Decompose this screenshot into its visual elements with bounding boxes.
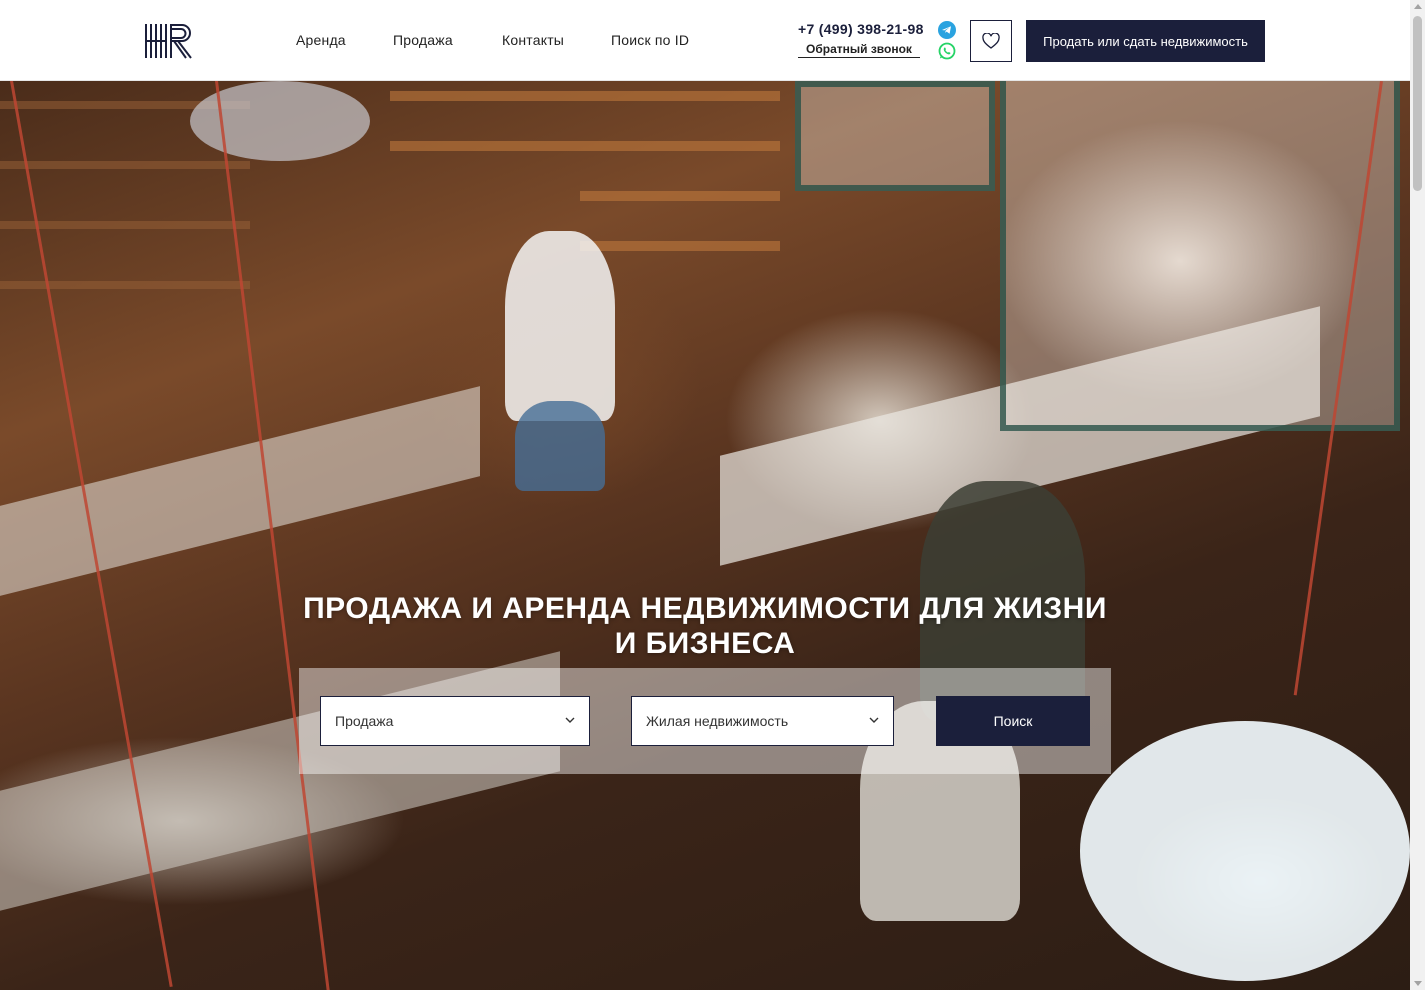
deal-type-value: Продажа [335,713,394,729]
nav-item-search-by-id[interactable]: Поиск по ID [611,32,689,48]
chevron-down-icon [565,717,575,723]
phone-number[interactable]: +7 (499) 398-21-98 [798,21,928,37]
page-scrollbar[interactable] [1410,0,1425,990]
search-button[interactable]: Поиск [936,696,1090,746]
hero-section: Продажа и аренда недвижимости для жизни … [0,81,1410,990]
scroll-up-icon[interactable] [1414,4,1422,9]
heart-icon [982,33,1000,49]
deal-type-select[interactable]: Продажа [320,696,590,746]
whatsapp-icon[interactable] [938,42,956,60]
scrollbar-thumb[interactable] [1413,16,1422,191]
hero-title: Продажа и аренда недвижимости для жизни … [303,592,1107,660]
header-contacts: +7 (499) 398-21-98 Обратный звонок [798,21,928,58]
telegram-icon[interactable] [938,21,956,39]
callback-link[interactable]: Обратный звонок [798,42,920,58]
sell-or-rent-button[interactable]: Продать или сдать недвижимость [1026,20,1265,62]
chevron-down-icon [869,717,879,723]
site-header: Аренда Продажа Контакты Поиск по ID +7 (… [0,0,1410,81]
scroll-down-icon[interactable] [1414,981,1422,986]
search-panel: Продажа Жилая недвижимость Поиск [299,668,1111,774]
nav-item-sale[interactable]: Продажа [393,32,453,48]
nav-item-rent[interactable]: Аренда [296,32,346,48]
logo[interactable] [144,23,194,59]
logo-mark-icon [145,24,192,59]
favorites-button[interactable] [970,20,1012,62]
property-type-value: Жилая недвижимость [646,713,789,729]
nav-item-contacts[interactable]: Контакты [502,32,564,48]
property-type-select[interactable]: Жилая недвижимость [631,696,894,746]
